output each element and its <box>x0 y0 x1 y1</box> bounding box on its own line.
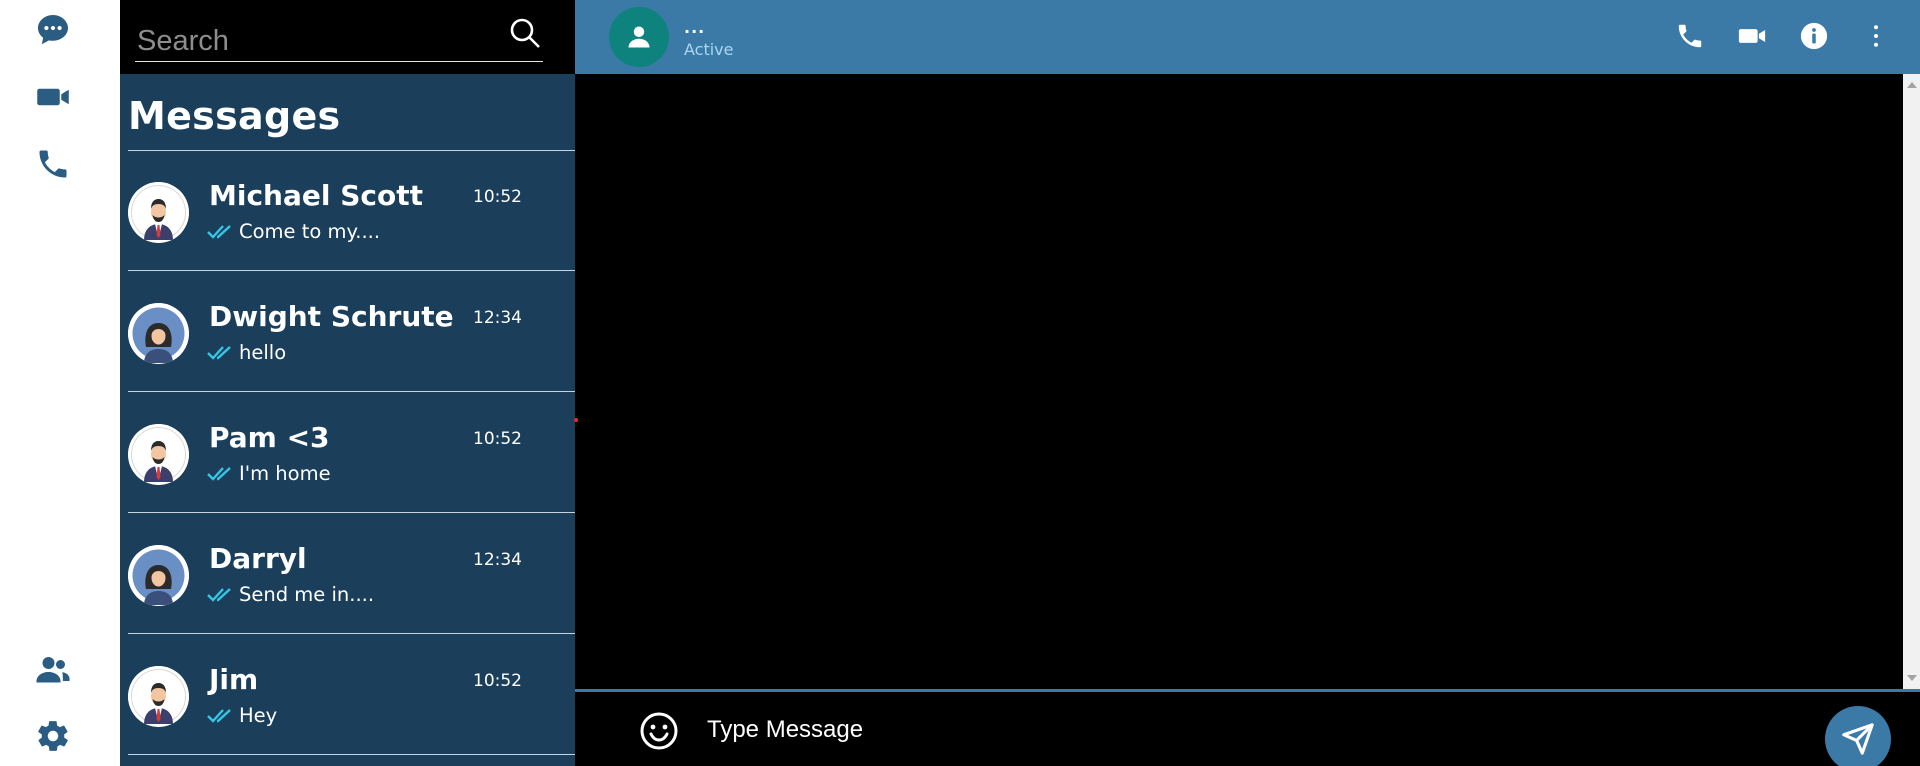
smiley-icon <box>640 712 678 750</box>
chat-messages-area[interactable] <box>575 74 1903 689</box>
conversation-time: 12:34 <box>473 308 522 328</box>
conversation-name: Dwight Schrute <box>209 300 454 333</box>
icon-rail <box>0 0 120 766</box>
conversation-name: Pam <3 <box>209 421 330 454</box>
avatar <box>128 545 189 606</box>
send-icon <box>1842 723 1874 755</box>
contacts-icon <box>36 657 70 683</box>
conversation-item[interactable]: Michael Scott 10:52 Come to my.... <box>128 151 575 271</box>
info-icon <box>1800 22 1828 50</box>
rail-video-button[interactable] <box>33 77 73 117</box>
info-button[interactable] <box>1796 18 1832 54</box>
rail-settings-button[interactable] <box>33 716 73 756</box>
video-call-button[interactable] <box>1734 18 1770 54</box>
conversation-preview: hello <box>239 341 287 364</box>
avatar[interactable] <box>609 7 669 67</box>
double-check-icon <box>207 708 233 724</box>
conversation-preview: Hey <box>239 704 278 727</box>
conversation-name: Darryl <box>209 542 307 575</box>
more-options-button[interactable] <box>1858 18 1894 54</box>
double-check-icon <box>207 345 233 361</box>
chat-scrollbar[interactable] <box>1903 74 1920 689</box>
video-camera-icon <box>37 88 69 106</box>
conversation-item[interactable]: Pam <3 10:52 I'm home <box>128 393 575 513</box>
conversation-preview: Come to my.... <box>239 220 381 243</box>
contact-status: Active <box>684 40 734 59</box>
rail-chats-button[interactable] <box>33 10 73 50</box>
conversation-time: 12:34 <box>473 550 522 570</box>
search-bar <box>120 0 575 74</box>
conversation-name: Jim <box>209 663 259 696</box>
conversation-preview: I'm home <box>239 462 331 485</box>
phone-icon <box>1678 24 1702 48</box>
search-input[interactable] <box>135 20 543 62</box>
double-check-icon <box>207 466 233 482</box>
search-icon[interactable] <box>508 16 542 50</box>
conversation-panel: Messages Michael Scott 10:52 Come to my...… <box>120 0 575 766</box>
conversation-item[interactable]: Jim 10:52 Hey <box>128 635 575 755</box>
rail-calls-button[interactable] <box>33 144 73 184</box>
conversation-name: Michael Scott <box>209 179 423 212</box>
conversation-item[interactable]: Dwight Schrute 12:34 hello <box>128 272 575 392</box>
chat-header: ... Active <box>575 0 1920 74</box>
page-title: Messages <box>128 94 341 138</box>
contact-name: ... <box>684 18 706 37</box>
avatar <box>128 303 189 364</box>
messaging-app: Messages Michael Scott 10:52 Come to my...… <box>0 0 1920 766</box>
video-camera-icon <box>1738 29 1766 43</box>
emoji-button[interactable] <box>639 711 679 751</box>
conversation-time: 10:52 <box>473 429 522 449</box>
message-composer <box>575 689 1920 766</box>
rail-contacts-button[interactable] <box>33 649 73 689</box>
phone-icon <box>39 150 67 178</box>
double-check-icon <box>207 224 233 240</box>
message-input[interactable] <box>707 710 1607 750</box>
double-check-icon <box>207 587 233 603</box>
scroll-down-arrow-icon[interactable] <box>1907 675 1917 681</box>
scroll-up-arrow-icon[interactable] <box>1907 82 1917 88</box>
resize-handle-dot <box>574 418 578 422</box>
avatar <box>128 182 189 243</box>
avatar <box>128 666 189 727</box>
more-vertical-icon <box>1874 25 1878 47</box>
send-button[interactable] <box>1825 706 1891 766</box>
voice-call-button[interactable] <box>1672 18 1708 54</box>
conversation-time: 10:52 <box>473 187 522 207</box>
user-icon <box>628 26 650 48</box>
settings-gear-icon <box>38 721 68 751</box>
avatar <box>128 424 189 485</box>
conversation-preview: Send me in.... <box>239 583 375 606</box>
conversation-item[interactable]: Darryl 12:34 Send me in.... <box>128 514 575 634</box>
chat-bubble-icon <box>38 15 68 45</box>
conversation-time: 10:52 <box>473 671 522 691</box>
